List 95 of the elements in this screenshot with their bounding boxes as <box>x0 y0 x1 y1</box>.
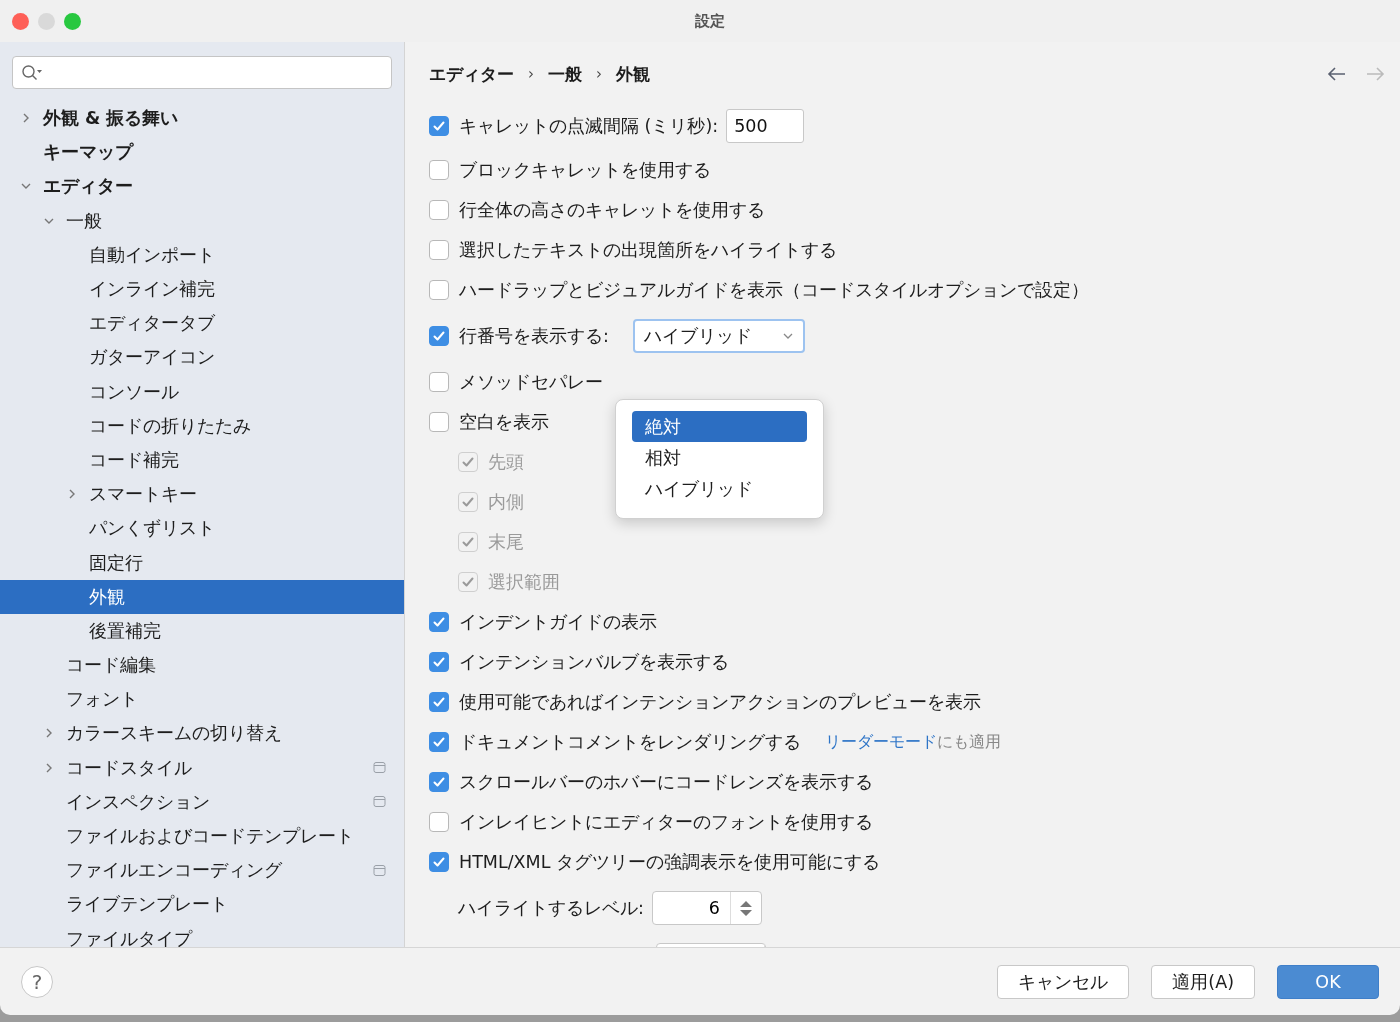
tree-item[interactable]: 固定行 <box>0 545 404 580</box>
option-label: 内側 <box>488 491 524 514</box>
checkmark-icon <box>461 495 475 509</box>
breadcrumb-separator: › <box>528 65 534 83</box>
option-label: 使用可能であればインテンションアクションのプレビューを表示 <box>459 691 981 714</box>
checkmark-icon <box>432 329 446 343</box>
option-label: メソッドセパレー <box>459 371 603 394</box>
checkbox[interactable] <box>429 812 449 832</box>
tree-item[interactable]: インライン補完 <box>0 271 404 307</box>
tree-item[interactable]: コード補完 <box>0 442 404 478</box>
option-label: インレイヒントにエディターのフォントを使用する <box>459 811 873 834</box>
checkbox[interactable] <box>429 612 449 632</box>
tree-item[interactable]: ファイルエンコーディング <box>0 853 404 888</box>
tree-item[interactable]: ファイルタイプ <box>0 921 404 947</box>
checkbox[interactable] <box>429 732 449 752</box>
zoom-button[interactable] <box>64 12 81 30</box>
checkbox[interactable] <box>429 412 449 432</box>
tree-item[interactable]: 後置補完 <box>0 613 404 648</box>
option-label: ハイライトするレベル: <box>458 897 644 920</box>
checkbox[interactable] <box>429 116 449 136</box>
menu-item[interactable]: ハイブリッド <box>632 473 807 504</box>
checkbox[interactable] <box>429 652 449 672</box>
option-label: 末尾 <box>488 531 524 554</box>
reader-mode-link[interactable]: リーダーモード <box>825 731 937 753</box>
checkmark-icon <box>432 855 446 869</box>
close-button[interactable] <box>12 12 29 30</box>
option-label: インテンションバルブを表示する <box>459 651 729 674</box>
option-label: スクロールバーのホバーにコードレンズを表示する <box>459 771 873 794</box>
menu-item[interactable]: 絶対 <box>632 411 807 442</box>
search-field[interactable] <box>12 56 392 89</box>
checkbox[interactable] <box>429 326 449 346</box>
option-note: にも適用 <box>937 731 1001 753</box>
checkmark-icon <box>432 655 446 669</box>
option-label: ブロックキャレットを使用する <box>459 159 711 182</box>
tree-item[interactable]: コード編集 <box>0 648 404 683</box>
breadcrumb-separator: › <box>596 65 602 83</box>
input-field[interactable]: 500 <box>726 109 805 143</box>
tree-item[interactable]: キーマップ <box>0 135 404 170</box>
tree-item[interactable]: コンソール <box>0 374 404 409</box>
tree-item[interactable]: スマートキー <box>0 477 404 512</box>
checkmark-icon <box>432 119 446 133</box>
tree-item[interactable]: ガターアイコン <box>0 340 404 375</box>
option-label: 選択範囲 <box>488 571 560 594</box>
option-label: インデントガイドの表示 <box>459 611 657 634</box>
tree-item[interactable]: エディター <box>0 169 404 204</box>
tree-item[interactable]: インスペクション <box>0 784 404 819</box>
breadcrumb-item[interactable]: 一般 <box>548 62 582 86</box>
dialog-button[interactable]: キャンセル <box>997 964 1130 999</box>
option-label: 行番号を表示する: <box>459 325 609 348</box>
checkmark-icon <box>432 695 446 709</box>
checkbox[interactable] <box>429 200 449 220</box>
tree-item[interactable]: フォント <box>0 682 404 717</box>
option-label: HTML/XML タグツリーの強調表示を使用可能にする <box>459 851 880 874</box>
tree-item[interactable]: 外観 & 振る舞い <box>0 101 404 136</box>
checkbox[interactable] <box>429 772 449 792</box>
search-icon <box>21 63 43 82</box>
tree-item[interactable]: ライブテンプレート <box>0 887 404 922</box>
tree-item[interactable]: コードスタイル <box>0 750 404 785</box>
back-arrow-icon[interactable] <box>1326 65 1348 83</box>
number-spinner[interactable]: 6 <box>651 891 762 925</box>
checkbox[interactable] <box>429 280 449 300</box>
checkmark-icon <box>432 615 446 629</box>
option-label: 空白を表示 <box>459 411 549 434</box>
dialog-button[interactable]: 適用(A) <box>1151 964 1255 999</box>
tree-item[interactable]: 自動インポート <box>0 237 404 272</box>
checkmark-icon <box>432 735 446 749</box>
window-title: 設定 <box>695 11 726 31</box>
tree-item[interactable]: 外観 <box>0 579 404 614</box>
tree-item[interactable]: 一般 <box>0 203 404 238</box>
option-label: 選択したテキストの出現箇所をハイライトする <box>459 239 837 262</box>
checkbox[interactable] <box>429 372 449 392</box>
tree-item[interactable]: コードの折りたたみ <box>0 408 404 443</box>
tree-item[interactable]: パンくずリスト <box>0 511 404 546</box>
breadcrumb-item[interactable]: 外観 <box>616 62 650 86</box>
tree-item[interactable]: ファイルおよびコードテンプレート <box>0 818 404 854</box>
option-label: 先頭 <box>488 451 524 474</box>
help-button[interactable]: ? <box>21 965 53 998</box>
dropdown[interactable]: ハイブリッド <box>632 319 805 353</box>
option-label: ハードラップとビジュアルガイドを表示（コードスタイルオプションで設定） <box>459 279 1089 302</box>
checkbox[interactable] <box>429 692 449 712</box>
checkmark-icon <box>432 775 446 789</box>
option-label: キャレットの点滅間隔 (ミリ秒): <box>459 115 719 138</box>
breadcrumb-item[interactable]: エディター <box>429 62 514 86</box>
checkbox[interactable] <box>429 852 449 872</box>
option-label: ドキュメントコメントをレンダリングする <box>459 731 801 754</box>
option-label: 行全体の高さのキャレットを使用する <box>459 199 765 222</box>
tree-item[interactable]: カラースキームの切り替え <box>0 716 404 751</box>
ok-button[interactable]: OK <box>1277 964 1379 999</box>
checkbox[interactable] <box>429 240 449 260</box>
checkmark-icon <box>461 535 475 549</box>
menu-item[interactable]: 相対 <box>632 442 807 473</box>
tree-item[interactable]: エディタータブ <box>0 306 404 341</box>
checkmark-icon <box>461 575 475 589</box>
checkbox[interactable] <box>429 160 449 180</box>
checkmark-icon <box>461 455 475 469</box>
